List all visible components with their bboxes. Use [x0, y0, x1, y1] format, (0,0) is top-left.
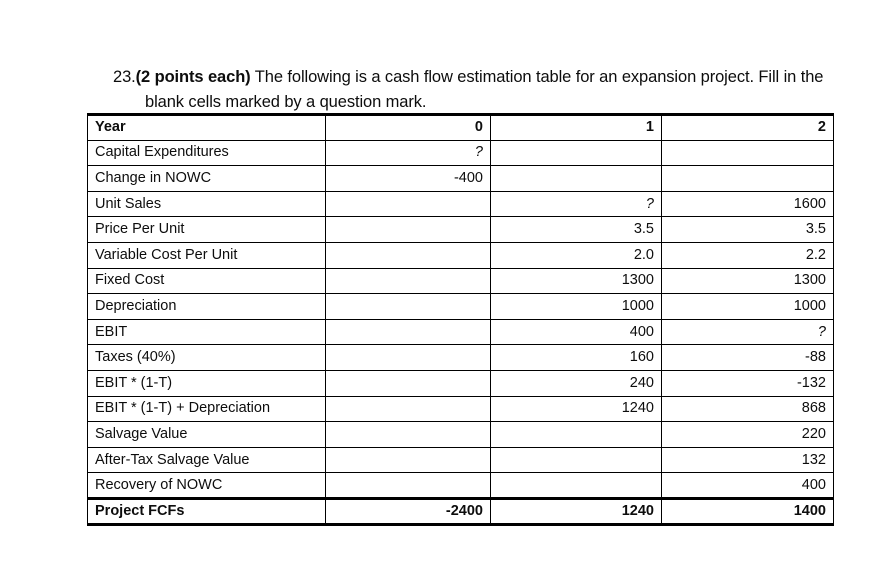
cell-total-year-1: 1240	[490, 496, 662, 526]
row-label: EBIT	[87, 318, 326, 346]
row-label: After-Tax Salvage Value	[87, 446, 326, 474]
row-label: Capital Expenditures	[87, 139, 326, 167]
cell-year-0	[325, 395, 491, 423]
cell-year-0	[325, 318, 491, 346]
row-label: Fixed Cost	[87, 267, 326, 295]
cell-year-1	[490, 165, 662, 192]
question-number: 23.	[113, 67, 136, 86]
table-row: Fixed Cost 1300 1300	[87, 267, 834, 295]
table-header: Year 0 1 2	[87, 113, 834, 141]
table-row: After-Tax Salvage Value 132	[87, 446, 834, 474]
cell-year-1: ?	[490, 190, 662, 218]
cell-year-1: 240	[490, 369, 662, 397]
column-header-year-2: 2	[661, 113, 834, 141]
column-header-year-1: 1	[490, 113, 662, 141]
cell-year-1	[490, 421, 662, 448]
row-label: EBIT * (1-T) + Depreciation	[87, 395, 326, 423]
column-header-year-0: 0	[325, 113, 491, 141]
cell-year-1: 160	[490, 344, 662, 371]
cell-year-2: 400	[661, 472, 834, 499]
cell-year-2: 1300	[661, 267, 834, 295]
table-body: Capital Expenditures ? Change in NOWC -4…	[87, 139, 834, 526]
cell-year-1: 1000	[490, 293, 662, 320]
cell-year-2: 2.2	[661, 241, 834, 269]
table-row: Taxes (40%) 160 -88	[87, 344, 834, 371]
column-header-year-label: Year	[87, 113, 326, 141]
row-label: Depreciation	[87, 293, 326, 320]
cell-year-2: ?	[661, 318, 834, 346]
cell-year-1: 2.0	[490, 241, 662, 269]
cell-year-2: 3.5	[661, 216, 834, 243]
cell-year-0	[325, 344, 491, 371]
cash-flow-table-container: Year 0 1 2 Capital Expenditures ? Change…	[87, 113, 834, 526]
cell-year-1	[490, 139, 662, 167]
table-row: Change in NOWC -400	[87, 165, 834, 192]
cell-year-1: 3.5	[490, 216, 662, 243]
row-label: Taxes (40%)	[87, 344, 326, 371]
cell-year-1	[490, 446, 662, 474]
row-label: Unit Sales	[87, 190, 326, 218]
cell-year-2: 1600	[661, 190, 834, 218]
question-prompt: 23.(2 points each) The following is a ca…	[113, 65, 835, 115]
cell-year-0: -400	[325, 165, 491, 192]
cell-year-0	[325, 190, 491, 218]
row-label: Price Per Unit	[87, 216, 326, 243]
table-row: Unit Sales ? 1600	[87, 190, 834, 218]
row-label: EBIT * (1-T)	[87, 369, 326, 397]
cell-year-0	[325, 293, 491, 320]
cell-year-1: 1240	[490, 395, 662, 423]
row-label: Change in NOWC	[87, 165, 326, 192]
table-row: Recovery of NOWC 400	[87, 472, 834, 499]
table-row: EBIT 400 ?	[87, 318, 834, 346]
cell-year-0	[325, 446, 491, 474]
cell-year-0	[325, 472, 491, 499]
row-label: Salvage Value	[87, 421, 326, 448]
cell-year-1	[490, 472, 662, 499]
cash-flow-estimation-table: Year 0 1 2 Capital Expenditures ? Change…	[87, 113, 834, 526]
cell-year-2: -132	[661, 369, 834, 397]
cell-year-0	[325, 369, 491, 397]
cell-year-2: 1000	[661, 293, 834, 320]
cell-total-year-2: 1400	[661, 496, 834, 526]
table-header-row: Year 0 1 2	[87, 113, 834, 141]
row-label: Recovery of NOWC	[87, 472, 326, 499]
cell-total-year-0: -2400	[325, 496, 491, 526]
cell-year-0: ?	[325, 139, 491, 167]
table-row: Variable Cost Per Unit 2.0 2.2	[87, 241, 834, 269]
cell-year-1: 400	[490, 318, 662, 346]
cell-year-0	[325, 241, 491, 269]
cell-year-2	[661, 139, 834, 167]
document-page: 23.(2 points each) The following is a ca…	[0, 0, 881, 576]
cell-year-2	[661, 165, 834, 192]
cell-year-2: -88	[661, 344, 834, 371]
table-row: EBIT * (1-T) 240 -132	[87, 369, 834, 397]
table-row: Depreciation 1000 1000	[87, 293, 834, 320]
table-row: Price Per Unit 3.5 3.5	[87, 216, 834, 243]
row-label: Variable Cost Per Unit	[87, 241, 326, 269]
table-row: EBIT * (1-T) + Depreciation 1240 868	[87, 395, 834, 423]
cell-year-2: 220	[661, 421, 834, 448]
row-label-total: Project FCFs	[87, 496, 326, 526]
cell-year-2: 868	[661, 395, 834, 423]
table-row: Capital Expenditures ?	[87, 139, 834, 167]
cell-year-0	[325, 421, 491, 448]
cell-year-0	[325, 216, 491, 243]
cell-year-0	[325, 267, 491, 295]
cell-year-1: 1300	[490, 267, 662, 295]
table-row: Salvage Value 220	[87, 421, 834, 448]
table-total-row: Project FCFs -2400 1240 1400	[87, 496, 834, 526]
question-points-label: (2 points each)	[135, 67, 251, 86]
cell-year-2: 132	[661, 446, 834, 474]
